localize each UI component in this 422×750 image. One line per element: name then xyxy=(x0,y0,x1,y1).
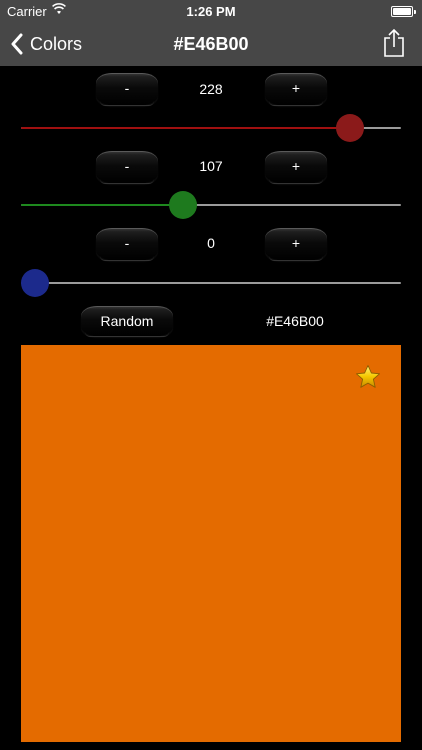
share-icon[interactable] xyxy=(382,28,406,58)
battery-icon xyxy=(391,6,416,17)
red-value: 228 xyxy=(199,81,223,97)
green-slider-thumb[interactable] xyxy=(168,191,197,219)
green-increment-button[interactable]: + xyxy=(265,151,327,184)
green-value: 107 xyxy=(199,158,223,174)
random-button[interactable]: Random xyxy=(81,306,173,337)
blue-slider-thumb[interactable] xyxy=(21,269,49,297)
status-bar: Carrier 1:26 PM xyxy=(0,0,422,22)
green-slider-fill xyxy=(21,204,183,206)
navigation-bar: Colors #E46B00 xyxy=(0,22,422,66)
blue-decrement-button[interactable]: - xyxy=(96,228,158,261)
green-slider[interactable] xyxy=(21,190,401,220)
red-decrement-button[interactable]: - xyxy=(96,73,158,106)
color-swatch xyxy=(21,345,401,742)
red-slider-thumb[interactable] xyxy=(335,114,364,142)
blue-increment-button[interactable]: + xyxy=(265,228,327,261)
star-icon[interactable] xyxy=(355,364,381,390)
red-slider-fill xyxy=(21,127,350,129)
blue-value: 0 xyxy=(207,235,215,251)
hex-value: #E46B00 xyxy=(266,313,324,329)
blue-slider[interactable] xyxy=(21,268,401,298)
green-decrement-button[interactable]: - xyxy=(96,151,158,184)
page-title: #E46B00 xyxy=(173,34,249,54)
clock: 1:26 PM xyxy=(186,4,236,19)
red-increment-button[interactable]: + xyxy=(265,73,327,106)
red-slider[interactable] xyxy=(21,113,401,143)
